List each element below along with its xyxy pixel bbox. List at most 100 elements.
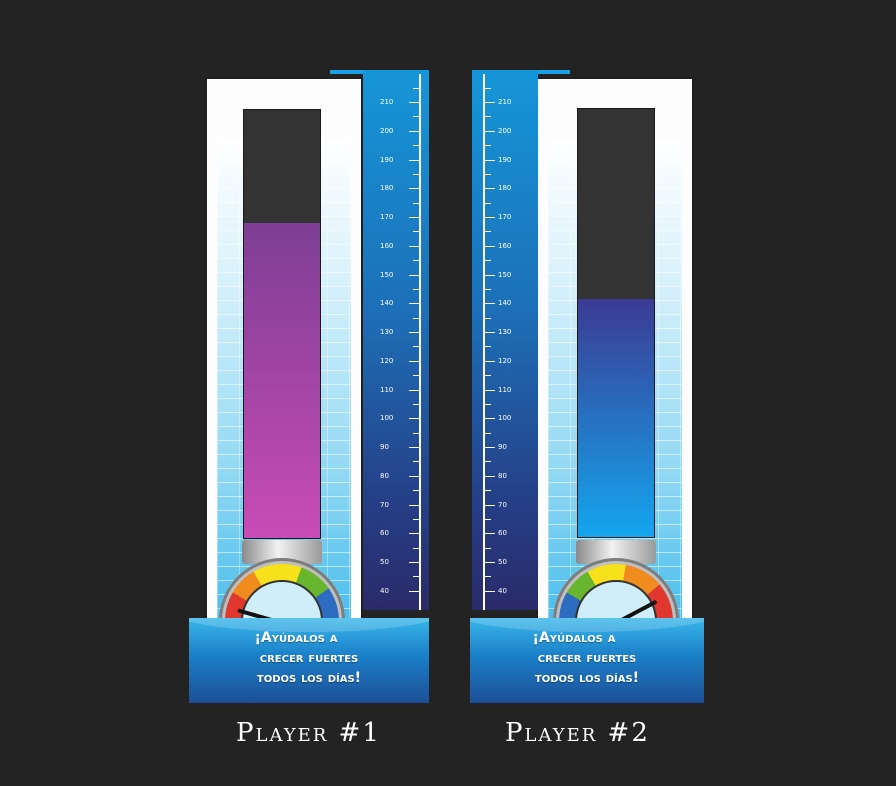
ruler-tick: [413, 490, 419, 492]
ruler-tick: [413, 231, 419, 233]
ruler-tick: [413, 317, 419, 319]
height-ruler: 210 200 190 180 170 160 150 140 130 120 110 100 90 80…: [363, 70, 429, 610]
ruler-tick: [485, 547, 491, 549]
ruler-tick: [413, 202, 419, 204]
ruler-tick: [485, 173, 491, 175]
ruler-tick-label: 100: [380, 414, 394, 423]
ruler-tick-label: 170: [498, 213, 512, 221]
ruler-tick-label: 150: [380, 270, 394, 279]
ruler-tick-label: 180: [380, 184, 394, 193]
ruler-tick: [485, 231, 491, 233]
ruler-tick-label: 190: [380, 155, 394, 164]
ruler-tick-label: 190: [498, 155, 512, 164]
ruler-tick: [413, 547, 419, 549]
ruler-tick-label: 40: [498, 586, 507, 595]
ruler-tick-label: 130: [380, 328, 394, 336]
ruler-tick: [409, 245, 419, 247]
banner-line-1: ¡Ayúdalos a: [254, 630, 338, 646]
ruler-tick-label: 60: [498, 529, 507, 538]
ruler-tick: [409, 562, 419, 563]
ruler-tick: [485, 288, 491, 290]
ruler-tick: [413, 432, 419, 434]
ruler-tick-label: 100: [498, 414, 512, 423]
ruler-tick: [485, 590, 495, 592]
ruler-tick: [413, 576, 419, 578]
player-2-banner: ¡Ayúdalos a crecer fuertes todos los día…: [470, 618, 704, 703]
ruler-tick: [485, 504, 495, 506]
ruler-tick: [485, 188, 495, 190]
ruler-tick-label: 210: [498, 98, 512, 106]
ruler-tick-label: 200: [380, 126, 394, 135]
ruler-tick: [485, 116, 491, 118]
ruler-tick-label: 110: [380, 385, 394, 394]
ruler-tick: [485, 461, 491, 463]
ruler-tick: [409, 389, 419, 391]
ruler-tick: [485, 403, 491, 405]
ruler-tick: [485, 490, 491, 492]
ruler-tick: [485, 245, 495, 247]
ruler-tick-label: 150: [498, 270, 512, 279]
ruler-tick: [409, 274, 419, 276]
ruler-tick-label: 160: [498, 241, 512, 250]
banner-line-1: ¡Ayúdalos a: [532, 630, 616, 646]
ruler-tick-label: 140: [380, 299, 394, 308]
ruler-tick: [413, 87, 419, 89]
ruler-tick: [413, 288, 419, 290]
ruler-tick: [409, 360, 419, 362]
ruler-tick-label: 80: [380, 471, 389, 480]
ruler-tick: [413, 145, 419, 147]
ruler-tick-label: 140: [498, 299, 512, 308]
ruler-tick: [485, 202, 491, 204]
ruler-tick-label: 50: [380, 558, 389, 566]
banner-line-2: crecer fuertes: [537, 650, 637, 666]
ruler-tick: [485, 102, 495, 103]
ruler-tick: [485, 159, 495, 161]
player-1-tube: [243, 109, 321, 539]
player-2-fill-level: [578, 299, 654, 537]
ruler-tick: [485, 87, 491, 89]
ruler-tick: [409, 159, 419, 161]
ruler-tick: [409, 447, 419, 448]
ruler-tick: [409, 217, 419, 218]
ruler-tick: [409, 188, 419, 190]
ruler-tick-label: 180: [498, 184, 512, 193]
ruler-tick: [413, 173, 419, 175]
ruler-tick: [485, 303, 495, 305]
ruler-tick: [485, 332, 495, 333]
ruler-tick: [409, 102, 419, 103]
ruler-tick-label: 200: [498, 126, 512, 135]
ruler-tick-label: 60: [380, 529, 389, 538]
ruler-tick-label: 50: [498, 558, 507, 566]
ruler-tick: [485, 346, 491, 348]
ruler-tick: [485, 217, 495, 218]
ruler-tick: [409, 332, 419, 333]
ruler-tick: [485, 130, 495, 132]
ruler-tick: [485, 375, 491, 377]
ruler-tick-label: 90: [380, 443, 389, 451]
ruler-tick: [409, 130, 419, 132]
ruler-tick: [409, 590, 419, 592]
ruler-tick: [485, 533, 495, 535]
ruler-tick: [413, 403, 419, 405]
player-1-label: Player #1: [236, 718, 381, 748]
ruler-tick: [409, 418, 419, 420]
player-1-banner: ¡Ayúdalos a crecer fuertes todos los día…: [189, 618, 429, 703]
ruler-tick: [485, 475, 495, 477]
ruler-tick: [485, 576, 491, 578]
ruler-tick: [485, 562, 495, 563]
ruler-tick: [485, 260, 491, 262]
ruler-tick: [485, 360, 495, 362]
height-ruler: 210 200 190 180 170 160 150 140 130 120 110 100 90 80…: [472, 70, 538, 610]
player-1-fill-level: [244, 222, 320, 538]
ruler-tick: [485, 418, 495, 420]
ruler-tick-label: 160: [380, 241, 394, 250]
ruler-tick-label: 80: [498, 471, 507, 480]
ruler-tick: [413, 116, 419, 118]
ruler-tick: [409, 303, 419, 305]
banner-line-3: todos los días!: [534, 670, 640, 686]
ruler-tick-label: 70: [498, 500, 507, 509]
ruler-tick-label: 110: [498, 385, 512, 394]
player-2-label: Player #2: [505, 718, 650, 748]
ruler-tick: [485, 274, 495, 276]
ruler-tick: [485, 447, 495, 448]
